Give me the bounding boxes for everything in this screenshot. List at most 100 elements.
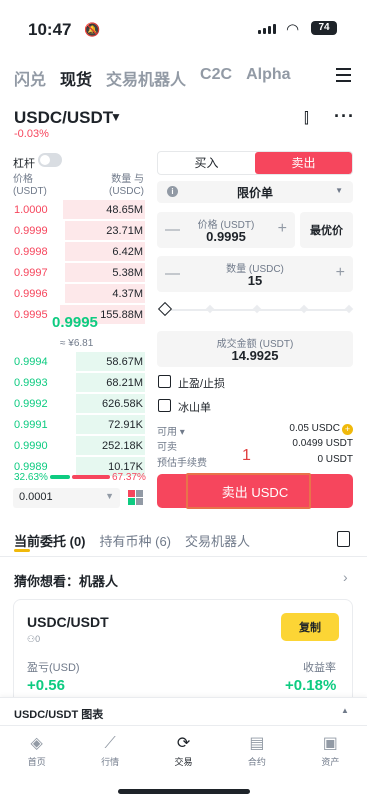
nav-markets[interactable]: ⟋ 行情 — [73, 726, 146, 775]
tab-bots[interactable]: 交易机器人 — [185, 531, 250, 550]
row-qty: 72.91K — [108, 418, 143, 431]
row-price: 0.9999 — [14, 224, 48, 237]
orders-tabs: 当前委托 (0) 持有币种 (6) 交易机器人 — [14, 531, 250, 550]
tp-sl-checkbox[interactable] — [158, 375, 171, 388]
row-price: 0.9989 — [14, 460, 48, 473]
wifi-icon: ◠ — [286, 21, 300, 38]
bid-row[interactable]: 0.9993 68.21M — [12, 373, 145, 392]
nav-trade[interactable]: ⟳ 交易 — [147, 726, 220, 775]
buy-ratio: 32.63% — [14, 472, 48, 483]
quantity-input[interactable]: — 数量 (USDC) 15 + — [157, 256, 353, 292]
nav-home[interactable]: ◈ 首页 — [0, 726, 73, 775]
order-type-select[interactable]: i 限价单 ▼ — [157, 181, 353, 203]
nav-alpha[interactable]: Alpha — [246, 66, 290, 90]
roi-label: 收益率 — [303, 662, 336, 674]
caret-down-icon: ▼ — [335, 186, 343, 195]
trade-icon: ⟳ — [176, 735, 191, 752]
card-pair: USDC/USDT — [27, 614, 109, 630]
bid-row[interactable]: 0.9991 72.91K — [12, 415, 145, 434]
iceberg-label[interactable]: 冰山单 — [178, 399, 211, 415]
slider-handle[interactable] — [157, 301, 173, 317]
row-price: 0.9994 — [14, 355, 48, 368]
tp-sl-label[interactable]: 止盈/止损 — [178, 375, 225, 391]
nav-spot[interactable]: 现货 — [60, 66, 92, 90]
caret-down-icon[interactable]: ▼ — [110, 110, 122, 124]
book-layout-icon[interactable] — [128, 490, 143, 505]
caret-up-icon[interactable]: ▲ — [341, 706, 349, 715]
nav-trading-bots[interactable]: 交易机器人 — [106, 66, 186, 90]
ask-row[interactable]: 0.9999 23.71M — [12, 221, 145, 240]
ratio-bar — [50, 475, 110, 479]
top-nav: 闪兑 现货 交易机器人 C2C Alpha — [14, 66, 291, 90]
amount-slider[interactable] — [157, 301, 354, 317]
candlestick-icon[interactable]: ⫿ — [304, 110, 309, 127]
row-qty: 252.18K — [102, 439, 143, 452]
bid-row[interactable]: 0.9990 252.18K — [12, 436, 145, 455]
sell-usdc-button[interactable]: 卖出 USDC — [157, 474, 353, 508]
buy-ratio-fill — [50, 475, 70, 479]
pair-selector[interactable]: USDC/USDT — [14, 108, 113, 128]
qty-header[interactable]: 数量 与 (USDC) — [94, 174, 144, 198]
ask-row[interactable]: 1.0000 48.65M — [12, 200, 145, 219]
markets-icon: ⟋ — [104, 735, 116, 752]
nav-c2c[interactable]: C2C — [200, 66, 232, 90]
ask-row[interactable]: 0.9996 4.37M — [12, 284, 145, 303]
total-input[interactable]: 成交金额 (USDT) 14.9925 — [157, 331, 353, 367]
price-header: 价格 (USDT) — [13, 174, 47, 197]
row-qty: 4.37M — [112, 287, 143, 300]
pnl-label: 盈亏(USD) — [27, 662, 80, 674]
price-input[interactable]: — 价格 (USDT) 0.9995 + — [157, 212, 295, 248]
futures-icon: ▤ — [249, 735, 265, 752]
more-icon[interactable]: ··· — [334, 106, 355, 127]
nav-futures[interactable]: ▤ 合约 — [220, 726, 293, 775]
buy-tab[interactable]: 买入 — [158, 152, 255, 174]
row-price: 0.9993 — [14, 376, 48, 389]
ask-row[interactable]: 0.9998 6.42M — [12, 242, 145, 261]
menu-icon[interactable] — [336, 68, 351, 86]
row-price: 0.9992 — [14, 397, 48, 410]
row-qty: 58.67M — [106, 355, 143, 368]
nav-swap[interactable]: 闪兑 — [14, 66, 46, 90]
signal-icon — [258, 24, 276, 34]
wallet-icon: ▣ — [322, 735, 338, 752]
roi-value: +0.18% — [285, 677, 337, 694]
pnl-value: +0.56 — [27, 677, 65, 694]
home-indicator — [118, 789, 250, 794]
row-qty: 626.58K — [102, 397, 143, 410]
plus-icon[interactable]: + — [336, 264, 345, 282]
caret-down-icon: ▼ — [105, 491, 114, 501]
tab-holdings[interactable]: 持有币种 (6) — [100, 531, 172, 550]
add-funds-icon[interactable]: + — [342, 424, 353, 435]
row-qty: 6.42M — [112, 245, 143, 258]
leverage-label: 杠杆 — [13, 158, 35, 170]
price-change: -0.03% — [14, 128, 49, 140]
best-price-button[interactable]: 最优价 — [300, 212, 353, 248]
nav-assets[interactable]: ▣ 资产 — [294, 726, 367, 775]
tab-open-orders[interactable]: 当前委托 (0) — [14, 531, 86, 550]
row-qty: 5.38M — [112, 266, 143, 279]
copy-button[interactable]: 复制 — [281, 613, 339, 641]
bid-row[interactable]: 0.9992 626.58K — [12, 394, 145, 413]
leverage-toggle[interactable] — [38, 153, 62, 167]
ask-row[interactable]: 0.9997 5.38M — [12, 263, 145, 282]
bid-row[interactable]: 0.9994 58.67M — [12, 352, 145, 371]
chevron-right-icon[interactable]: › — [343, 569, 348, 585]
status-time: 10:47 — [28, 20, 72, 39]
fee-row: 预估手续费 0 USDT — [157, 454, 353, 469]
plus-icon[interactable]: + — [278, 220, 287, 238]
row-price: 0.9997 — [14, 266, 48, 279]
battery-icon: 74 — [311, 21, 337, 35]
row-qty: 10.17K — [108, 460, 143, 473]
order-history-icon[interactable] — [337, 531, 350, 547]
precision-select[interactable]: 0.0001 ▼ — [13, 488, 120, 508]
info-icon[interactable]: i — [167, 186, 178, 197]
row-qty: 68.21M — [106, 376, 143, 389]
available-row: 可用 ▾ 0.05 USDC + — [157, 423, 353, 438]
chart-drawer-label[interactable]: USDC/USDT 图表 — [14, 706, 103, 722]
row-price: 0.9996 — [14, 287, 48, 300]
row-price: 0.9991 — [14, 418, 48, 431]
iceberg-checkbox[interactable] — [158, 399, 171, 412]
sell-tab[interactable]: 卖出 — [255, 152, 352, 174]
row-qty: 23.71M — [106, 224, 143, 237]
row-price: 0.9995 — [14, 308, 48, 321]
